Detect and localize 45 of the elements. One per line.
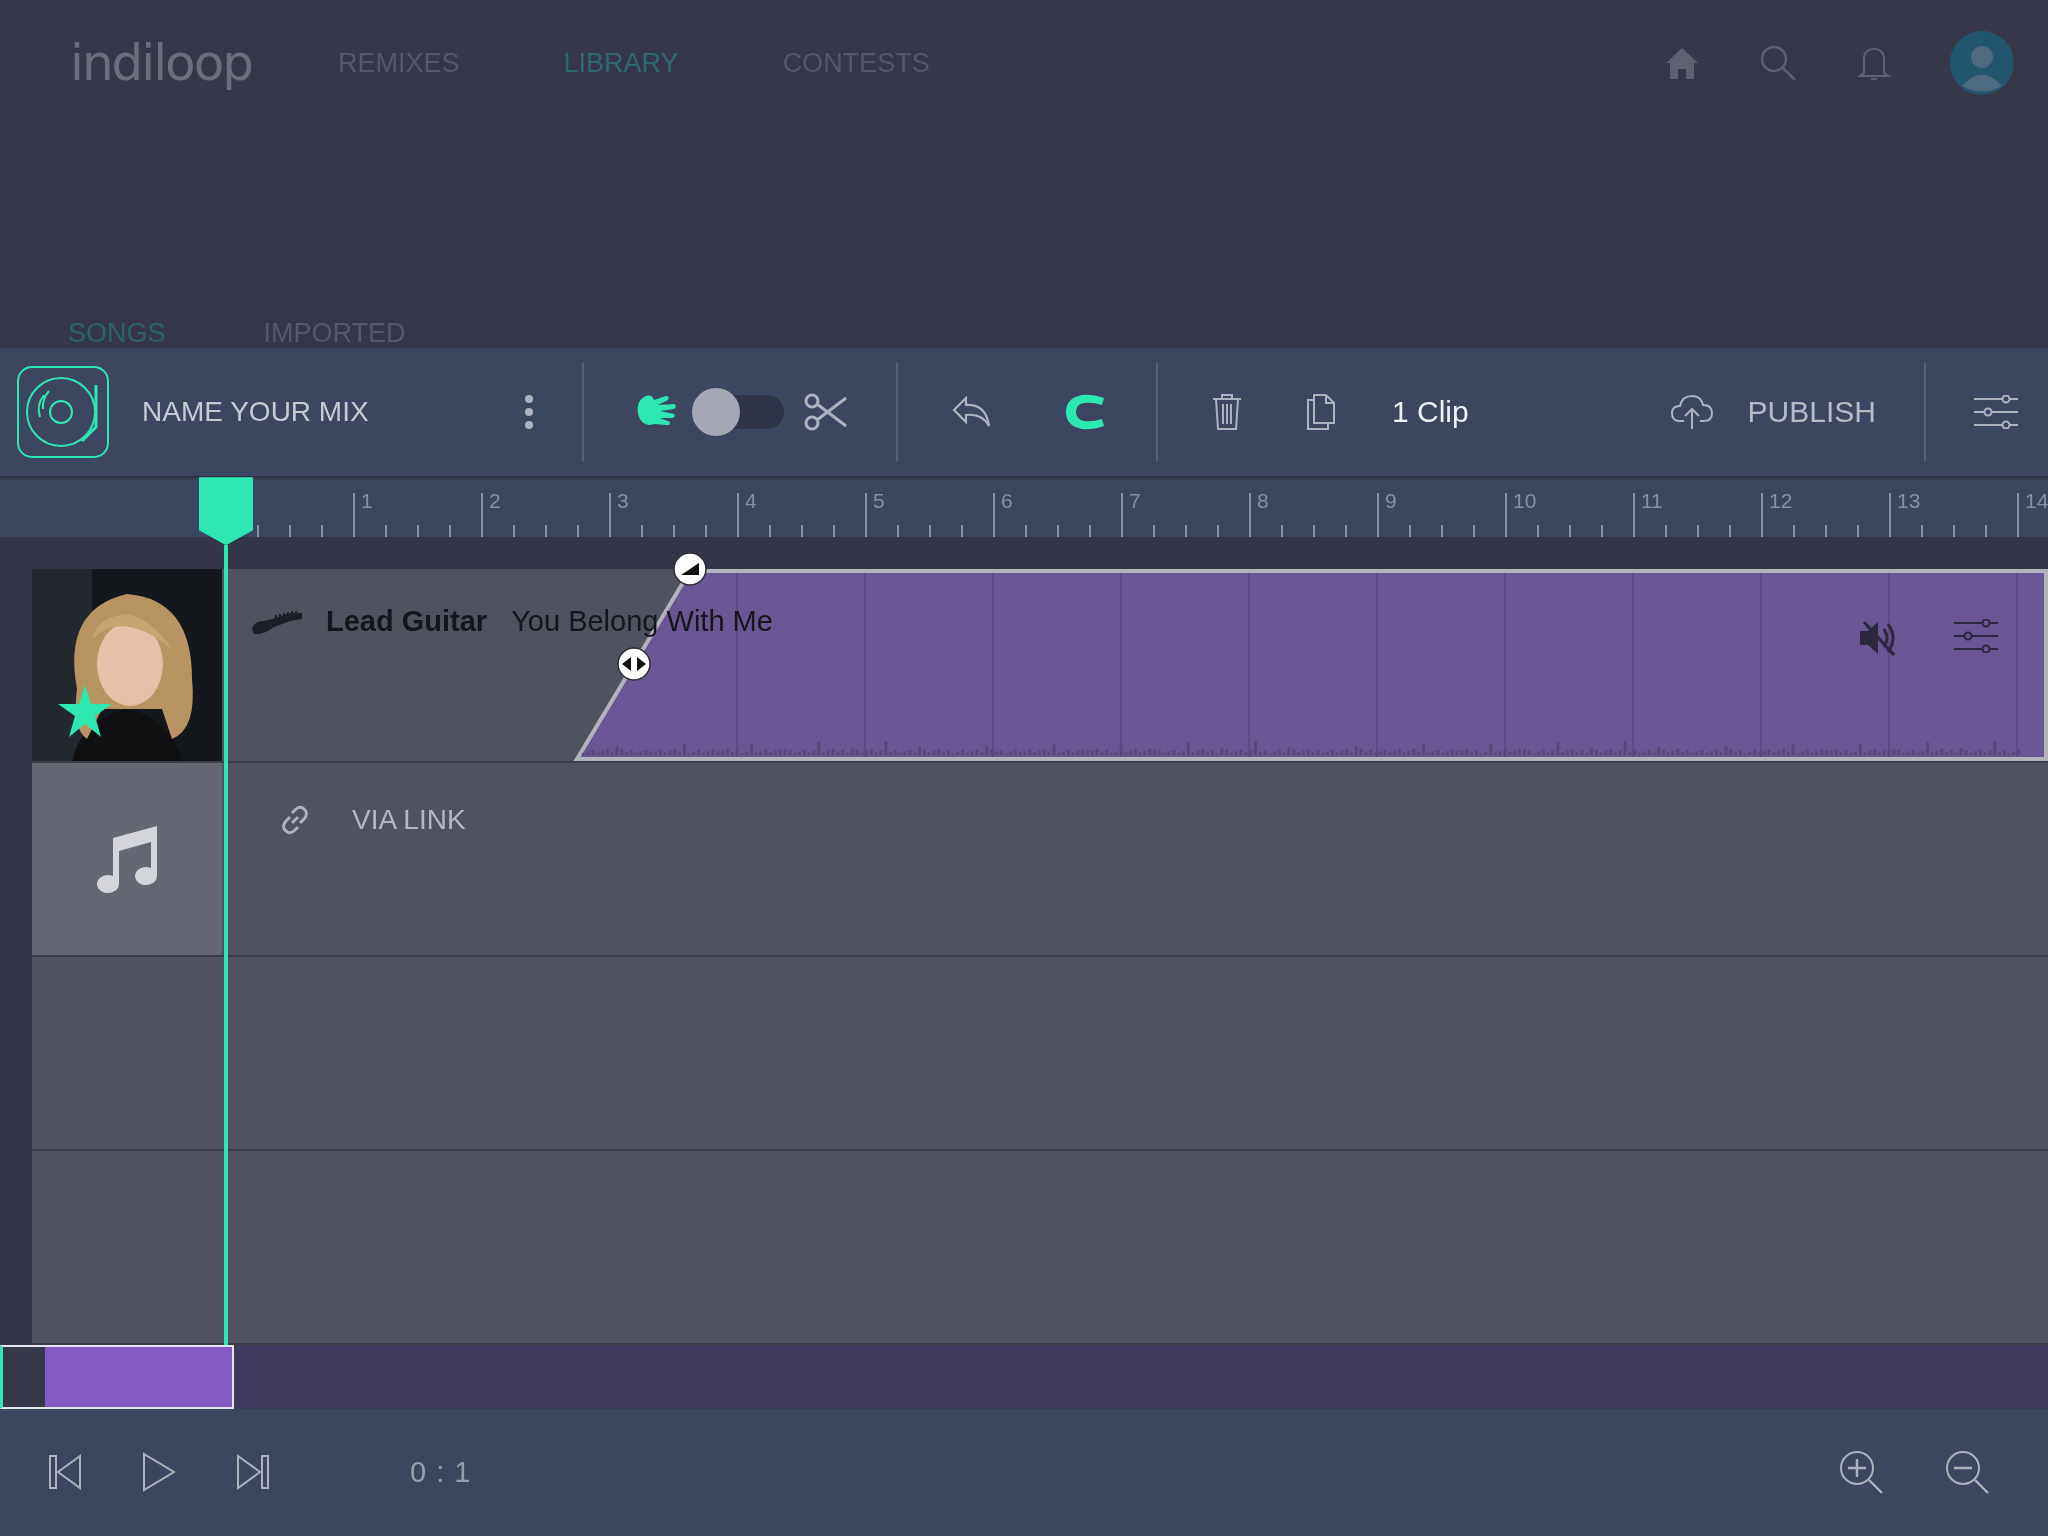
zoom-out-icon[interactable] [1944, 1449, 1990, 1496]
timeline-ruler[interactable]: 1 2 3 4 5 6 7 8 9 10 11 12 13 14 [0, 476, 2048, 537]
ruler-label: 3 [617, 488, 629, 513]
playhead[interactable] [199, 477, 253, 1346]
music-note-icon [95, 824, 159, 895]
cloud-upload-icon [1669, 393, 1714, 432]
scissors-icon[interactable] [804, 392, 848, 433]
instrument-name: Lead Guitar [326, 605, 488, 639]
ruler-label: 8 [1257, 488, 1269, 513]
star-icon[interactable] [58, 685, 112, 738]
turntable-icon[interactable] [16, 365, 110, 460]
song-title: You Belong With Me [511, 605, 773, 639]
overview-window[interactable] [0, 1345, 234, 1409]
ruler-label: 11 [1641, 488, 1663, 513]
mode-toggle[interactable] [692, 388, 784, 437]
skip-forward-icon[interactable] [236, 1454, 270, 1491]
ruler-label: 14 [2025, 488, 2048, 513]
ruler-label: 4 [745, 488, 757, 513]
ruler-label: 9 [1385, 488, 1397, 513]
sliders-icon[interactable] [1974, 395, 2018, 430]
publish-button[interactable]: PUBLISH [1669, 393, 1876, 432]
copy-icon[interactable] [1306, 393, 1336, 432]
trash-icon[interactable] [1212, 393, 1242, 432]
undo-icon[interactable] [952, 396, 992, 429]
ruler-label: 12 [1769, 488, 1793, 513]
zoom-in-icon[interactable] [1838, 1449, 1884, 1496]
ruler-label: 5 [873, 488, 885, 513]
fade-handle-icon[interactable] [673, 552, 707, 587]
play-icon[interactable] [142, 1452, 176, 1493]
via-link-label: VIA LINK [352, 804, 466, 837]
clip-count: 1 Clip [1392, 395, 1469, 430]
mix-name[interactable]: NAME YOUR MIX [142, 396, 524, 429]
muted-speaker-icon[interactable] [1858, 619, 1898, 658]
ruler-label: 1 [361, 488, 373, 513]
ruler-label: 7 [1129, 488, 1141, 513]
guitar-icon [250, 608, 304, 635]
time-readout: 0 : 1 [410, 1455, 472, 1489]
skip-back-icon[interactable] [48, 1454, 82, 1491]
ruler-label: 10 [1513, 488, 1537, 513]
more-icon[interactable] [524, 394, 534, 431]
ruler-label: 13 [1897, 488, 1921, 513]
ruler-label: 2 [489, 488, 501, 513]
resize-handle-icon[interactable] [617, 647, 651, 682]
sliders-icon[interactable] [1954, 619, 1998, 654]
ruler-label: 6 [1001, 488, 1013, 513]
